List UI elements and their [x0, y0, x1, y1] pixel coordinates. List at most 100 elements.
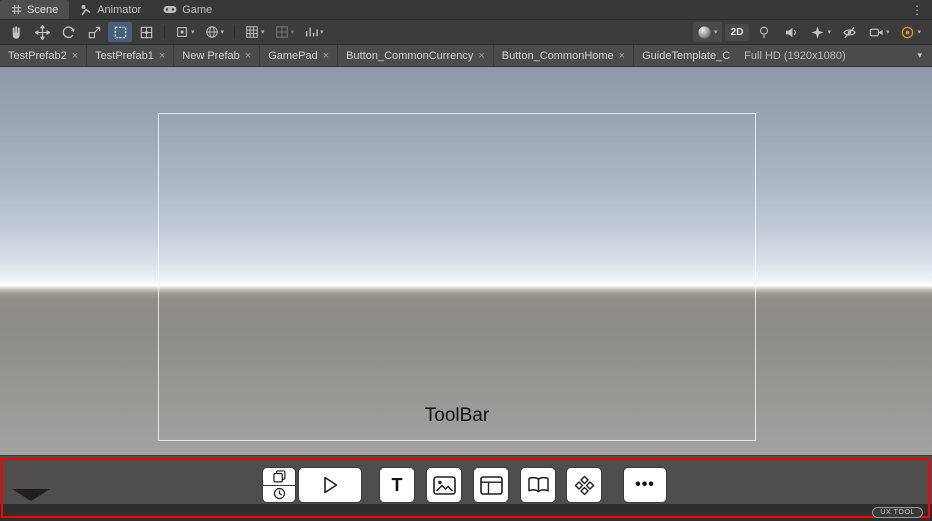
close-icon[interactable]: ×: [619, 50, 625, 62]
prefab-tab-label: TestPrefab2: [8, 49, 67, 62]
prefab-tab-label: Button_CommonCurrency: [346, 49, 474, 62]
panel-tool-button[interactable]: [473, 467, 509, 503]
toolbar-gameobject-label[interactable]: ToolBar: [158, 405, 756, 427]
window-tab-bar: Scene Animator Game ⋮: [0, 0, 932, 20]
camera-settings-dropdown[interactable]: ▾: [865, 22, 894, 42]
tab-overflow-menu[interactable]: ⋮: [902, 0, 932, 19]
snap-increment-dropdown[interactable]: ▾: [300, 22, 328, 42]
prefab-tab[interactable]: Button_CommonCurrency ×: [338, 45, 494, 66]
prefab-tab-label: GamePad: [268, 49, 318, 62]
grid-icon: [245, 25, 259, 39]
grid-snap-dropdown[interactable]: ▾: [241, 22, 269, 42]
transform-icon: [139, 25, 154, 40]
scene-lighting-toggle[interactable]: [752, 22, 776, 42]
tab-scene-label: Scene: [27, 3, 59, 16]
eye-off-icon: [842, 25, 857, 40]
chevron-down-icon: ▾: [714, 28, 718, 36]
gamepad-icon: [163, 4, 177, 15]
hand-tool-button[interactable]: [4, 22, 28, 42]
ux-toolbar-buttons: T •••: [262, 467, 667, 503]
text-icon: T: [391, 475, 403, 495]
open-book-icon: [527, 476, 550, 494]
move-tool-button[interactable]: [30, 22, 54, 42]
ux-toolbar-footer: [0, 504, 932, 521]
diamond-pattern-icon: [574, 475, 595, 496]
ux-tool-badge: UX TOOL: [872, 507, 923, 518]
scale-tool-button[interactable]: [82, 22, 106, 42]
shading-mode-dropdown[interactable]: ▾: [693, 22, 722, 42]
image-tool-button[interactable]: [426, 467, 462, 503]
gizmo-target-icon: [900, 25, 915, 40]
scene-viewport[interactable]: ToolBar: [0, 67, 932, 455]
windows-stack-button[interactable]: [263, 468, 295, 485]
2d-mode-toggle[interactable]: 2D: [724, 23, 750, 41]
panel-layout-icon: [479, 475, 503, 495]
prefab-tab[interactable]: New Prefab ×: [174, 45, 261, 66]
tab-animator-label: Animator: [97, 3, 142, 16]
prefab-tab-bar: TestPrefab2 × TestPrefab1 × New Prefab ×…: [0, 45, 932, 67]
effects-star-icon: [810, 25, 825, 40]
windows-stack-icon: [272, 470, 286, 483]
more-options-button[interactable]: •••: [623, 467, 667, 503]
tab-game-label: Game: [182, 3, 213, 16]
collapse-panel-handle[interactable]: [12, 489, 50, 501]
image-icon: [432, 475, 456, 495]
tab-game[interactable]: Game: [152, 0, 223, 19]
rotate-icon: [61, 25, 76, 40]
prefab-tab[interactable]: TestPrefab1 ×: [87, 45, 175, 66]
unity-editor-window: Scene Animator Game ⋮ ▾ ▾ ▾ ▾ ▾ ▾ 2D ▾ ▾…: [0, 0, 932, 521]
close-icon[interactable]: ×: [323, 50, 329, 62]
rotate-tool-button[interactable]: [56, 22, 80, 42]
scene-view-options: ▾ 2D ▾ ▾ ▾: [693, 22, 928, 42]
tab-scene[interactable]: Scene: [0, 0, 70, 19]
speaker-icon: [784, 25, 799, 40]
hidden-objects-toggle[interactable]: [838, 22, 862, 42]
close-icon[interactable]: ×: [478, 50, 484, 62]
globe-icon: [205, 25, 219, 39]
chevron-down-icon: ▾: [320, 28, 324, 36]
increment-bars-icon: [304, 25, 318, 39]
clock-icon: [273, 487, 286, 500]
prefab-tab-label: Button_CommonHome: [501, 49, 614, 62]
history-button[interactable]: [263, 484, 295, 503]
pivot-mode-dropdown[interactable]: ▾: [171, 22, 199, 42]
prefab-tab[interactable]: Button_CommonHome ×: [494, 45, 635, 66]
close-icon[interactable]: ×: [159, 50, 165, 62]
close-icon[interactable]: ×: [72, 50, 78, 62]
shaded-sphere-icon: [697, 25, 712, 40]
snap-move-icon: [275, 25, 289, 39]
more-dots-icon: •••: [635, 476, 655, 493]
scene-toolbar: ▾ ▾ ▾ ▾ ▾ ▾ 2D ▾ ▾ ▾: [0, 20, 932, 45]
rect-tool-icon: [113, 25, 128, 40]
move-icon: [34, 24, 50, 40]
prefab-tab[interactable]: GamePad ×: [260, 45, 339, 66]
chevron-down-icon: ▾: [261, 28, 265, 36]
scale-icon: [87, 25, 102, 40]
gizmos-dropdown[interactable]: ▾: [896, 22, 925, 42]
close-icon[interactable]: ×: [245, 50, 251, 62]
resolution-dropdown[interactable]: Full HD (1920x1080): [738, 50, 850, 62]
rect-tool-button[interactable]: [108, 22, 132, 42]
pivot-icon: [175, 25, 189, 39]
prefab-tab[interactable]: TestPrefab2 ×: [0, 45, 88, 66]
transform-tool-button[interactable]: [134, 22, 158, 42]
chevron-down-icon: ▾: [917, 28, 921, 36]
chevron-down-icon: ▾: [290, 28, 295, 36]
pattern-tool-button[interactable]: [566, 467, 602, 503]
chevron-down-icon: ▾: [191, 28, 195, 36]
effects-dropdown[interactable]: ▾: [806, 22, 835, 42]
scene-grid-icon: [11, 4, 22, 15]
scene-audio-toggle[interactable]: [779, 22, 803, 42]
window-history-button-stack: [262, 467, 296, 503]
animator-icon: [80, 4, 92, 16]
tab-animator[interactable]: Animator: [69, 0, 152, 19]
snap-move-dropdown[interactable]: ▾: [271, 22, 299, 42]
play-button[interactable]: [298, 467, 362, 503]
resolution-chevron-down-icon[interactable]: ▾: [907, 50, 932, 61]
play-icon: [322, 475, 339, 495]
handle-orientation-dropdown[interactable]: ▾: [201, 22, 229, 42]
text-tool-button[interactable]: T: [379, 467, 415, 503]
prefab-tab[interactable]: GuideTemplate_C: [634, 45, 738, 66]
hand-icon: [9, 25, 24, 40]
book-tool-button[interactable]: [520, 467, 556, 503]
